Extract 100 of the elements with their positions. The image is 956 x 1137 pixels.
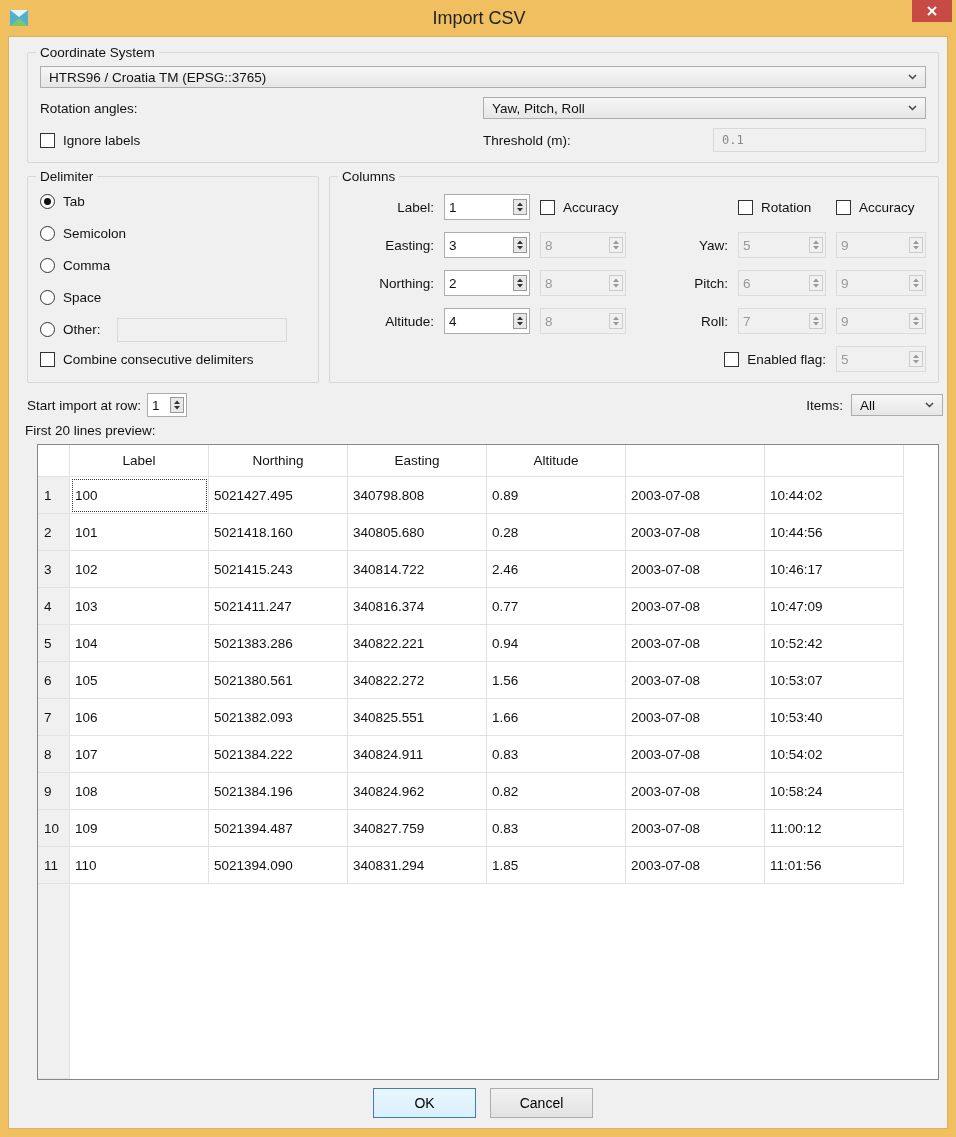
- table-cell: 0.89: [487, 477, 626, 514]
- table-cell: 11:01:56: [765, 847, 904, 884]
- table-cell: 5021394.487: [209, 810, 348, 847]
- spin-box[interactable]: 3: [444, 232, 530, 258]
- table-cell: 109: [70, 810, 209, 847]
- table-cell: 2003-07-08: [626, 625, 765, 662]
- spin-arrows-icon: [809, 237, 823, 253]
- checkbox-label: Accuracy: [563, 199, 619, 215]
- group-title: Coordinate System: [39, 45, 156, 60]
- table-cell: 340824.911: [348, 736, 487, 773]
- table-cell: 340831.294: [348, 847, 487, 884]
- spin-arrows-icon: [513, 199, 527, 215]
- spin-arrows-icon: [909, 237, 923, 253]
- items-label: Items:: [806, 397, 843, 413]
- rotation-angles-dropdown[interactable]: Yaw, Pitch, Roll: [483, 97, 926, 119]
- close-icon: [927, 6, 937, 16]
- radio-label: Comma: [63, 258, 111, 273]
- start-row-spin-box[interactable]: 1: [147, 393, 188, 417]
- checkbox-label: Enabled flag:: [747, 351, 826, 367]
- table-cell: 2003-07-08: [626, 662, 765, 699]
- close-button[interactable]: [912, 0, 952, 22]
- radio-button[interactable]: [40, 290, 55, 305]
- table-cell: 1.66: [487, 699, 626, 736]
- table-cell: 2003-07-08: [626, 847, 765, 884]
- field-label: Altitude:: [384, 313, 434, 329]
- table-cell: 2003-07-08: [626, 736, 765, 773]
- checkbox[interactable]: [40, 352, 55, 367]
- row-number: 7: [38, 699, 70, 736]
- spin-arrows-icon: [513, 237, 527, 253]
- table-cell: 5021415.243: [209, 551, 348, 588]
- table-cell: 340822.272: [348, 662, 487, 699]
- row-number: 1: [38, 477, 70, 514]
- table-cell: 110: [70, 847, 209, 884]
- table-cell: 2003-07-08: [626, 477, 765, 514]
- spin-arrows-icon: [170, 397, 185, 413]
- preview-label: First 20 lines preview:: [25, 423, 157, 438]
- checkbox[interactable]: [836, 199, 851, 215]
- column-header: Altitude: [487, 445, 626, 477]
- row-number: 11: [38, 847, 70, 884]
- spin-box[interactable]: 2: [444, 270, 530, 296]
- table-cell: 2003-07-08: [626, 810, 765, 847]
- spin-arrows-icon: [909, 275, 923, 291]
- table-cell: 5021383.286: [209, 625, 348, 662]
- radio-button[interactable]: [40, 226, 55, 241]
- chevron-down-icon: [908, 105, 917, 111]
- threshold-label: Threshold (m):: [483, 132, 572, 148]
- checkbox[interactable]: [738, 199, 753, 215]
- group-title: Columns: [341, 169, 397, 184]
- field-label: Northing:: [378, 275, 434, 291]
- checkbox[interactable]: [40, 132, 55, 148]
- table-cell: 5021394.090: [209, 847, 348, 884]
- table-cell: 2.46: [487, 551, 626, 588]
- spin-arrows-icon: [609, 313, 623, 329]
- table-cell: 340805.680: [348, 514, 487, 551]
- table-cell: 10:44:56: [765, 514, 904, 551]
- radio-label: Space: [63, 290, 102, 305]
- table-cell: 2003-07-08: [626, 514, 765, 551]
- table-cell: 5021382.093: [209, 699, 348, 736]
- row-number: 6: [38, 662, 70, 699]
- checkbox-label: Accuracy: [859, 199, 915, 215]
- window-title: Import CSV: [431, 7, 527, 29]
- rotation-angles-label: Rotation angles:: [40, 100, 139, 116]
- items-dropdown[interactable]: All: [851, 394, 943, 416]
- row-number: 2: [38, 514, 70, 551]
- radio-button[interactable]: [40, 322, 55, 337]
- table-cell: 340825.551: [348, 699, 487, 736]
- chevron-down-icon: [908, 74, 917, 80]
- table-cell: 2003-07-08: [626, 551, 765, 588]
- table-cell: 10:46:17: [765, 551, 904, 588]
- row-number: 5: [38, 625, 70, 662]
- table-cell: 2003-07-08: [626, 699, 765, 736]
- field-label: Label:: [396, 199, 434, 215]
- row-number: 8: [38, 736, 70, 773]
- row-number: 4: [38, 588, 70, 625]
- table-cell: 10:53:07: [765, 662, 904, 699]
- table-cell: 11:00:12: [765, 810, 904, 847]
- table-cell: 0.83: [487, 810, 626, 847]
- spin-arrows-icon: [909, 351, 923, 367]
- table-cell: 1.56: [487, 662, 626, 699]
- checkbox[interactable]: [540, 199, 555, 215]
- table-cell: 5021384.222: [209, 736, 348, 773]
- table-cell: 100: [70, 477, 209, 514]
- checkbox-label: Combine consecutive delimiters: [63, 352, 254, 367]
- table-cell: 5021427.495: [209, 477, 348, 514]
- spin-box[interactable]: 4: [444, 308, 530, 334]
- radio-button[interactable]: [40, 258, 55, 273]
- table-cell: 5021384.196: [209, 773, 348, 810]
- table-cell: 108: [70, 773, 209, 810]
- table-cell: 1.85: [487, 847, 626, 884]
- table-cell: 340824.962: [348, 773, 487, 810]
- spin-arrows-icon: [513, 313, 527, 329]
- table-cell: 10:58:24: [765, 773, 904, 810]
- spin-box[interactable]: 1: [444, 194, 530, 220]
- cancel-button[interactable]: Cancel: [490, 1088, 593, 1118]
- column-header: Northing: [209, 445, 348, 477]
- spin-arrows-icon: [609, 237, 623, 253]
- crs-dropdown[interactable]: HTRS96 / Croatia TM (EPSG::3765): [40, 66, 926, 88]
- ok-button[interactable]: OK: [373, 1088, 476, 1118]
- spin-arrows-icon: [809, 275, 823, 291]
- radio-button[interactable]: [40, 194, 55, 209]
